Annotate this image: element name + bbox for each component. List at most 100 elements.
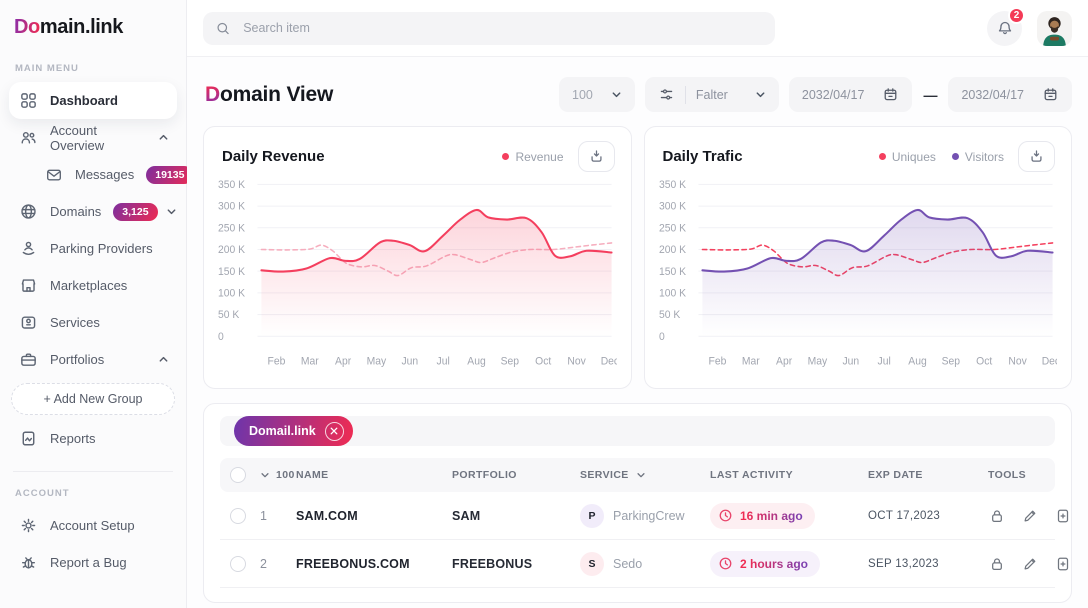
row-tools	[988, 507, 1088, 525]
svg-text:Oct: Oct	[976, 355, 992, 367]
service-avatar: S	[580, 552, 604, 576]
download-chart-button[interactable]	[578, 141, 615, 172]
row-checkbox[interactable]	[230, 556, 246, 572]
daily-trafic-card: Daily Trafic Uniques Visitors 350 K300 K…	[644, 126, 1073, 389]
clock-icon	[718, 556, 733, 571]
exp-date: SEP 13,2023	[868, 558, 988, 570]
sidebar-item-label: Domains	[50, 204, 101, 219]
daily-revenue-chart: 350 K300 K250 K200 K150 K100 K50 K0FebMa…	[218, 174, 617, 382]
select-all-checkbox[interactable]	[230, 467, 246, 483]
envelope-icon	[45, 166, 63, 184]
lock-button[interactable]	[988, 555, 1006, 573]
date-to-picker[interactable]: 2032/04/17	[948, 77, 1072, 112]
report-page-icon	[19, 429, 38, 448]
sidebar-item-dashboard[interactable]: Dashboard	[9, 82, 177, 119]
gear-icon	[19, 516, 38, 535]
portfolio-name: SAM	[452, 509, 580, 523]
svg-text:200 K: 200 K	[659, 244, 686, 256]
sidebar-item-account-setup[interactable]: Account Setup	[9, 507, 177, 544]
calendar-icon	[1042, 86, 1059, 103]
search-input[interactable]	[241, 20, 763, 36]
filter-chip-domail-link[interactable]: Domail.link	[234, 416, 353, 446]
topbar: 2	[187, 0, 1088, 57]
users-icon	[19, 128, 38, 147]
date-from-value: 2032/04/17	[802, 88, 865, 102]
svg-text:Jul: Jul	[877, 355, 890, 367]
svg-text:Oct: Oct	[535, 355, 551, 367]
last-activity-text: 16 min ago	[740, 509, 803, 523]
calendar-icon	[882, 86, 899, 103]
service-cell: S Sedo	[580, 552, 710, 576]
sidebar-item-parking-providers[interactable]: Parking Providers	[9, 230, 177, 267]
sidebar-item-label: Marketplaces	[50, 278, 127, 293]
column-header-portfolio: PORTFOLIO	[452, 469, 580, 481]
pencil-icon	[1021, 555, 1039, 573]
svg-text:0: 0	[218, 331, 224, 343]
select-all-control[interactable]: 100	[260, 469, 296, 481]
add-new-group-button[interactable]: + Add New Group	[11, 383, 175, 415]
sidebar-item-messages[interactable]: Messages 19135	[9, 156, 177, 193]
sidebar-divider	[13, 471, 173, 472]
legend-item-revenue: Revenue	[502, 150, 563, 164]
row-checkbox[interactable]	[230, 508, 246, 524]
svg-text:50 K: 50 K	[218, 309, 239, 321]
download-icon	[1028, 148, 1045, 165]
search-bar[interactable]	[203, 12, 775, 45]
legend-dot	[952, 153, 959, 160]
date-from-picker[interactable]: 2032/04/17	[789, 77, 913, 112]
parking-hand-icon	[19, 239, 38, 258]
edit-button[interactable]	[1021, 507, 1039, 525]
download-chart-button[interactable]	[1018, 141, 1055, 172]
sidebar-item-marketplaces[interactable]: Marketplaces	[9, 267, 177, 304]
app-window: Domain.link MAIN MENU Dashboard Account …	[0, 0, 1088, 608]
storefront-icon	[19, 276, 38, 295]
svg-text:Apr: Apr	[335, 355, 352, 367]
svg-text:50 K: 50 K	[659, 309, 680, 321]
add-file-button[interactable]	[1054, 507, 1072, 525]
chart-legend: Uniques Visitors	[879, 150, 1004, 164]
filter-dropdown[interactable]: Falter	[645, 77, 779, 112]
sidebar-item-domains[interactable]: Domains 3,125	[9, 193, 177, 230]
sidebar-item-account-overview[interactable]: Account Overview	[9, 119, 177, 156]
sidebar-item-label: Services	[50, 315, 100, 330]
table-row[interactable]: 1 SAM.COM SAM P ParkingCrew 16 min ago O…	[220, 492, 1055, 540]
svg-text:0: 0	[659, 331, 665, 343]
sidebar-item-services[interactable]: Services	[9, 304, 177, 341]
sidebar-item-reports[interactable]: Reports	[9, 420, 177, 457]
service-name: ParkingCrew	[613, 509, 685, 523]
svg-text:Sep: Sep	[501, 355, 519, 367]
exp-date: OCT 17,2023	[868, 510, 988, 522]
service-box-icon	[19, 313, 38, 332]
legend-item-uniques: Uniques	[879, 150, 936, 164]
edit-button[interactable]	[1021, 555, 1039, 573]
sidebar-item-portfolios[interactable]: Portfolios	[9, 341, 177, 378]
remove-filter-button[interactable]	[325, 422, 344, 441]
domains-count-badge: 3,125	[113, 203, 157, 221]
page-content: Domain View 100 Falter 2032/04/17	[187, 57, 1088, 608]
domain-name: SAM.COM	[296, 509, 452, 523]
table-row[interactable]: 2 FREEBONUS.COM FREEBONUS S Sedo 2 hours…	[220, 540, 1055, 588]
legend-dot	[502, 153, 509, 160]
column-header-service[interactable]: SERVICE	[580, 469, 710, 481]
domain-name: FREEBONUS.COM	[296, 557, 452, 571]
app-logo[interactable]: Domain.link	[14, 16, 177, 39]
service-name: Sedo	[613, 557, 642, 571]
chart-title: Daily Trafic	[663, 148, 743, 165]
service-cell: P ParkingCrew	[580, 504, 710, 528]
svg-text:300 K: 300 K	[218, 200, 245, 212]
page-size-select[interactable]: 100	[559, 77, 635, 112]
account-menu-label: ACCOUNT	[15, 488, 171, 499]
user-avatar[interactable]	[1037, 11, 1072, 46]
svg-text:100 K: 100 K	[659, 287, 686, 299]
table-header: 100 NAME PORTFOLIO SERVICE LAST ACTIVITY…	[220, 458, 1055, 492]
avatar-image	[1037, 11, 1072, 46]
file-plus-icon	[1054, 507, 1072, 525]
date-range-separator: —	[923, 87, 937, 103]
svg-text:May: May	[367, 355, 387, 367]
daily-trafic-chart: 350 K300 K250 K200 K150 K100 K50 K0FebMa…	[659, 174, 1058, 382]
last-activity-cell: 2 hours ago	[710, 551, 868, 577]
notifications-button[interactable]: 2	[987, 11, 1022, 46]
lock-button[interactable]	[988, 507, 1006, 525]
sidebar-item-report-a-bug[interactable]: Report a Bug	[9, 544, 177, 581]
add-file-button[interactable]	[1054, 555, 1072, 573]
